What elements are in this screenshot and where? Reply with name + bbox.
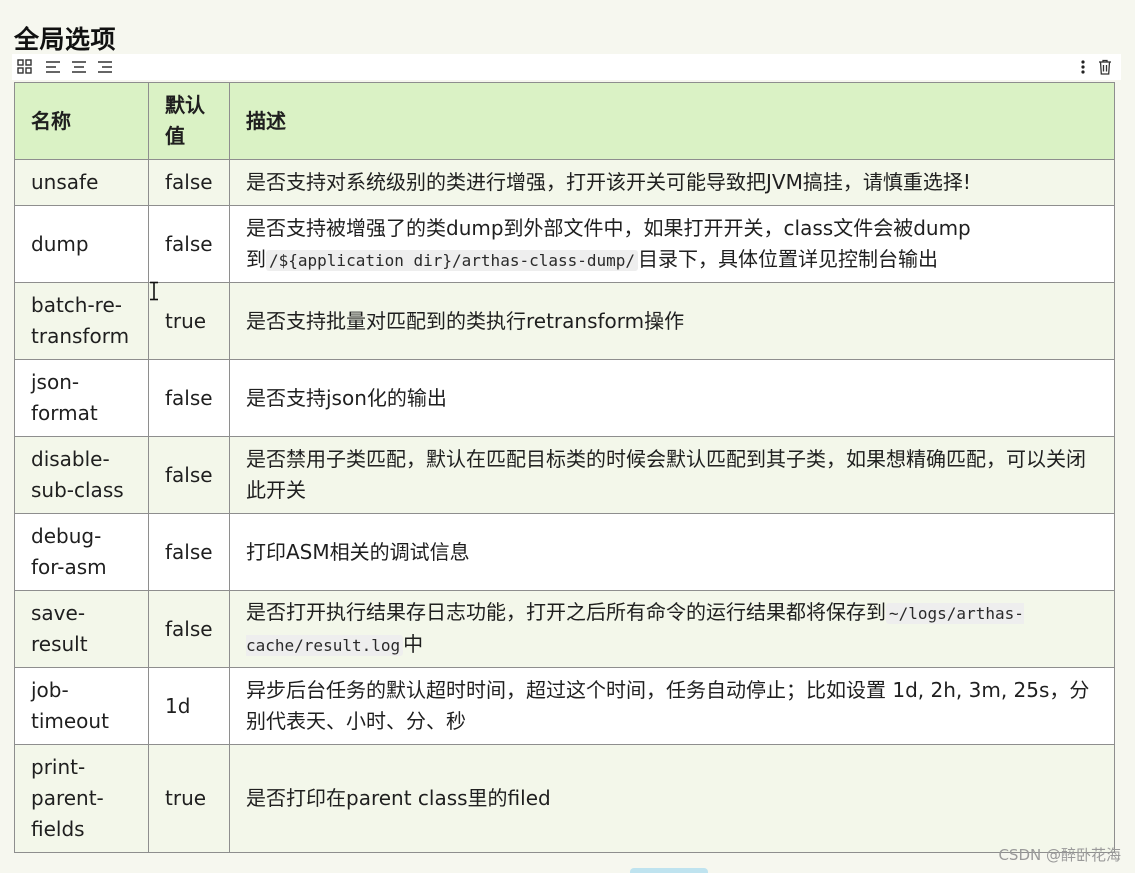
option-description: 是否打印在parent class里的filed (229, 744, 1115, 853)
option-name: batch-re-transform (14, 282, 149, 360)
option-name: save-result (14, 590, 149, 668)
text-cursor-icon (149, 281, 159, 301)
table-row: dump false 是否支持被增强了的类dump到外部文件中，如果打开开关，c… (14, 205, 1115, 283)
option-name: print-parent-fields (14, 744, 149, 853)
option-default: false (148, 205, 230, 283)
align-center-icon[interactable] (70, 58, 88, 76)
option-name: dump (14, 205, 149, 283)
option-description: 打印ASM相关的调试信息 (229, 513, 1115, 591)
description-text: 是否打开执行结果存日志功能，打开之后所有命令的运行结果都将保存到 (246, 600, 886, 624)
option-name: unsafe (14, 159, 149, 206)
option-description: 是否禁用子类匹配，默认在匹配目标类的时候会默认匹配到其子类，如果想精确匹配，可以… (229, 436, 1115, 514)
scroll-indicator[interactable] (630, 868, 708, 873)
option-name: job-timeout (14, 667, 149, 745)
option-default: false (148, 513, 230, 591)
option-default: false (148, 359, 230, 437)
option-description: 是否支持json化的输出 (229, 359, 1115, 437)
description-text: 目录下，具体位置详见控制台输出 (638, 246, 939, 271)
option-default: false (148, 159, 230, 206)
header-description: 描述 (229, 82, 1115, 160)
options-table-container: 名称 默认值 描述 unsafe false 是否支持对系统级别的类进行增强，打… (14, 82, 1115, 853)
option-description: 是否支持被增强了的类dump到外部文件中，如果打开开关，class文件会被dum… (229, 205, 1115, 283)
page-title: 全局选项 (14, 25, 117, 54)
option-description: 是否支持批量对匹配到的类执行retransform操作 (229, 282, 1115, 360)
option-name: disable-sub-class (14, 436, 149, 514)
table-row: job-timeout 1d 异步后台任务的默认超时时间，超过这个时间，任务自动… (14, 667, 1115, 745)
table-row: debug-for-asm false 打印ASM相关的调试信息 (14, 513, 1115, 591)
header-default: 默认值 (148, 82, 230, 160)
option-default: false (148, 590, 230, 668)
more-vertical-icon[interactable] (1074, 58, 1092, 76)
table-row: save-result false 是否打开执行结果存日志功能，打开之后所有命令… (14, 590, 1115, 668)
table-toolbar (12, 54, 1121, 80)
option-default: true (148, 744, 230, 853)
table-row: unsafe false 是否支持对系统级别的类进行增强，打开该开关可能导致把J… (14, 159, 1115, 206)
table-row: disable-sub-class false 是否禁用子类匹配，默认在匹配目标… (14, 436, 1115, 514)
option-default: false (148, 436, 230, 514)
align-right-icon[interactable] (96, 58, 114, 76)
option-default: true (148, 282, 230, 360)
option-description: 是否打开执行结果存日志功能，打开之后所有命令的运行结果都将保存到 ~/logs/a… (229, 590, 1115, 668)
description-text: 中 (403, 632, 424, 656)
option-description: 异步后台任务的默认超时时间，超过这个时间，任务自动停止；比如设置 1d, 2h,… (229, 667, 1115, 745)
table-row: json-format false 是否支持json化的输出 (14, 359, 1115, 437)
option-name: debug-for-asm (14, 513, 149, 591)
option-name: json-format (14, 359, 149, 437)
table-header-row: 名称 默认值 描述 (14, 82, 1115, 160)
path-code: /${application dir}/arthas-class-dump/ (266, 249, 639, 271)
global-options-table: 名称 默认值 描述 unsafe false 是否支持对系统级别的类进行增强，打… (14, 82, 1115, 853)
table-row: batch-re-transform true 是否支持批量对匹配到的类执行re… (14, 282, 1115, 360)
option-description: 是否支持对系统级别的类进行增强，打开该开关可能导致把JVM搞挂，请慎重选择! (229, 159, 1115, 206)
watermark: CSDN @醉卧花海 (998, 846, 1121, 864)
trash-icon[interactable] (1096, 58, 1114, 76)
table-row: print-parent-fields true 是否打印在parent cla… (14, 744, 1115, 853)
header-name: 名称 (14, 82, 149, 160)
grid-icon[interactable] (16, 58, 34, 76)
align-left-icon[interactable] (44, 58, 62, 76)
option-default: 1d (148, 667, 230, 745)
